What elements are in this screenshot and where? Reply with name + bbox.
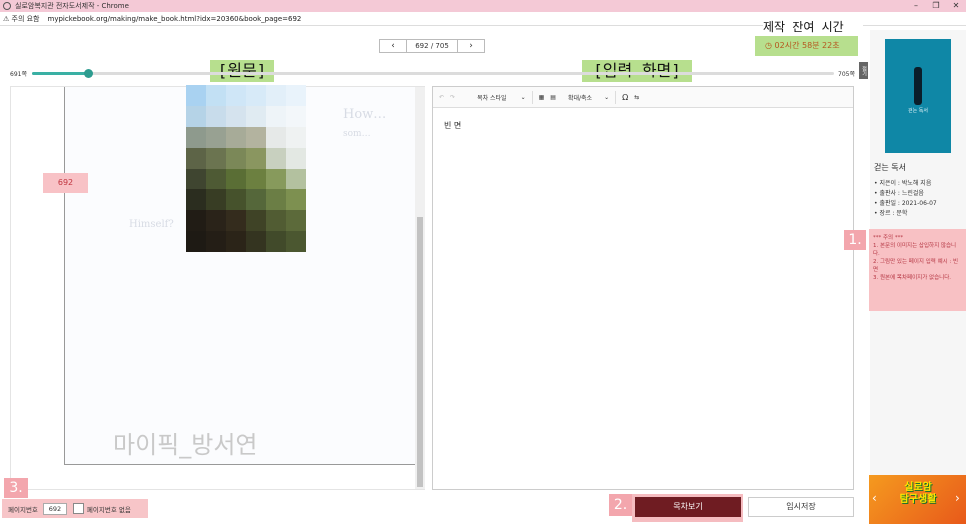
restore-icon[interactable]: ❐ [926,0,946,12]
no-page-number-label: 페이지번호 없음 [86,505,131,514]
book-publisher: • 출판사 : 느린걸음 [874,190,924,197]
window-titlebar: 실로암복지관 전자도서제작 - Chrome – ❐ ✕ [0,0,966,12]
redo-icon[interactable]: ↷ [450,94,455,101]
table-icon[interactable]: ▤ [550,94,556,101]
banner-text: 실로암 탐구생활 [885,482,951,506]
site-favicon-icon [3,2,11,10]
next-page-button[interactable]: › [457,39,485,53]
viewer-scrollbar-thumb[interactable] [417,217,423,487]
annotation-number-2: 2. [609,494,632,516]
minimize-icon[interactable]: – [906,0,926,12]
timer-value: 02시간 58분 22초 [774,41,840,50]
find-replace-icon[interactable]: ⇆ [634,94,639,101]
book-title: 걷는 독서 [874,163,906,172]
book-info: 걷는 독서 • 지은이 : 박노해 지음 • 출판사 : 느린걸음 • 출판일 … [874,163,937,219]
slider-max-label: 705쪽 [838,71,855,78]
annotation-number-3: 3. [4,478,28,498]
page-indicator: 692 / 705 [407,39,457,53]
toolbar-divider [615,90,617,104]
page-pager: ‹ 692 / 705 › [379,39,485,53]
page-slider[interactable] [32,69,834,78]
notice-heading: *** 주의 *** [873,235,904,241]
warning-icon: ⚠ [3,14,10,23]
banner-prev-icon[interactable]: ‹ [872,491,877,505]
page-number-input[interactable]: 692 [42,502,67,515]
annotation-number-1: 1. [844,230,866,250]
pixelated-image [186,85,306,252]
banner-next-icon[interactable]: › [955,491,960,505]
book-genre: • 장르 : 문학 [874,210,908,217]
banner-line-1: 실로암 [904,482,932,493]
zoom-value: 확대/축소 [567,94,593,102]
text-editor[interactable]: ↶ ↷ 목차 스타일 ⌄ ▦ ▤ 확대/축소 ⌄ Ω ⇆ 빈 면 [432,86,854,490]
page-number-label: 페이지번호 [8,505,38,514]
book-date: • 출판일 : 2021-06-07 [874,200,937,207]
no-page-number-checkbox[interactable] [72,503,84,514]
watermark-text: 마이픽_방서연 [113,431,258,459]
security-warning[interactable]: ⚠ 주의 요함 [3,14,40,24]
security-label: 주의 요함 [11,14,40,23]
slider-min-label: 691쪽 [10,71,27,78]
clock-icon: ◷ [765,41,772,50]
toolbar-divider [531,90,533,104]
slider-fill [32,72,88,75]
window-title: 실로암복지관 전자도서제작 - Chrome [15,2,129,10]
cover-title: 걷는 독서 [908,108,928,114]
banner-line-2: 탐구생활 [899,494,937,505]
ghost-text-2: som… [343,129,371,139]
cover-figure [914,67,922,105]
input-screen-label: [입력 화면] [582,60,692,82]
original-label: [원문] [210,60,274,82]
timer-heading: 제작 잔여 시간 [763,20,863,34]
paragraph-style-select[interactable]: 목차 스타일 ⌄ [477,93,526,102]
current-page: 692 [415,42,429,50]
ghost-text-1: How… [343,107,387,122]
zoom-select[interactable]: 확대/축소 ⌄ [568,93,609,102]
editor-content[interactable]: 빈 면 [444,120,461,131]
url-text: mypickebook.org/making/make_book.html?id… [47,14,302,23]
special-char-icon[interactable]: Ω [622,93,628,102]
book-cover: 걷는 독서 [885,39,951,153]
prev-page-button[interactable]: ‹ [379,39,407,53]
page-number-badge: 692 [43,173,88,193]
ghost-text-3: Himself? [129,219,174,230]
promo-banner[interactable]: ‹ › 실로암 탐구생활 [869,475,966,524]
chevron-down-icon: ⌄ [520,93,526,101]
editor-toolbar: ↶ ↷ 목차 스타일 ⌄ ▦ ▤ 확대/축소 ⌄ Ω ⇆ [433,87,853,108]
paragraph-style-value: 목차 스타일 [477,94,507,102]
toc-button[interactable]: 목차보기 [635,497,741,517]
close-icon[interactable]: ✕ [946,0,966,12]
original-viewer: How… som… Himself? 마이픽_방서연 [10,85,425,490]
viewer-scrollbar[interactable] [415,87,425,489]
timer-box: ◷ 02시간 58분 22초 [755,36,858,56]
total-pages: / 705 [430,42,449,50]
notice-line-3: 3. 원본에 목차페이지가 없습니다. [873,275,952,281]
chevron-down-icon: ⌄ [604,93,610,101]
undo-icon[interactable]: ↶ [439,94,444,101]
notice-line-2: 2. 그림만 있는 페이지 입력 예시 : 빈면 [873,259,959,273]
collapse-tab[interactable]: 접기 [859,62,868,79]
page-number-controls: 페이지번호 692 페이지번호 없음 [2,499,148,518]
slider-thumb[interactable] [84,69,93,78]
book-author: • 지은이 : 박노해 지음 [874,180,932,187]
temp-save-button[interactable]: 임시저장 [748,497,854,517]
image-icon[interactable]: ▦ [539,94,545,101]
notice-box: *** 주의 *** 1. 본문의 이미지는 삽입하지 않습니다. 2. 그림만… [869,229,966,311]
notice-line-1: 1. 본문의 이미지는 삽입하지 않습니다. [873,243,957,257]
